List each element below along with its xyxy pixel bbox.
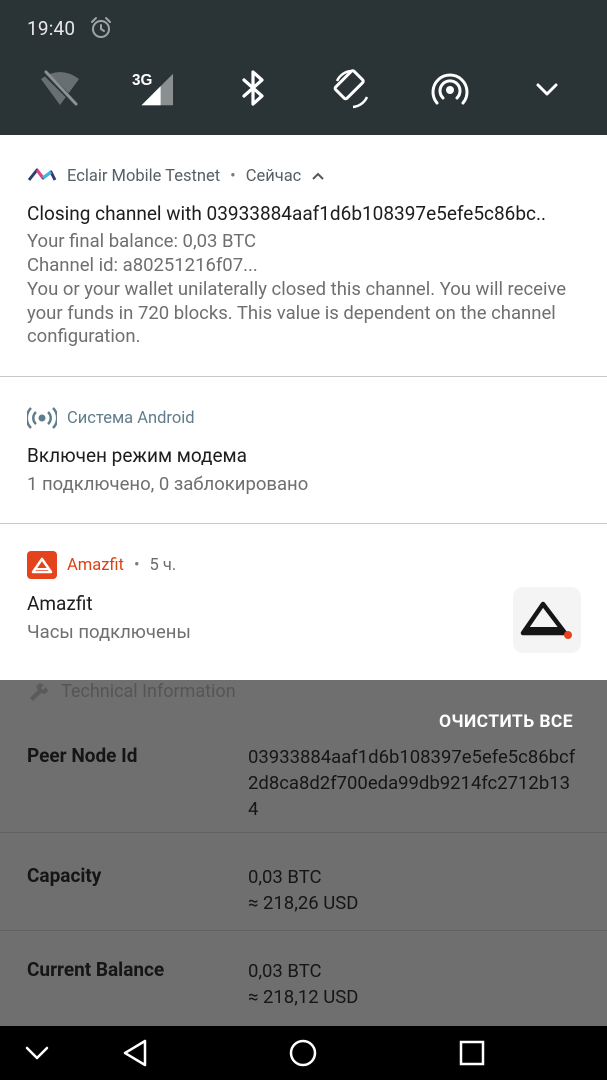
notification-app-name: Eclair Mobile Testnet xyxy=(67,166,221,186)
notification-header: Eclair Mobile Testnet • Сейчас xyxy=(27,162,325,190)
notification-header: Система Android xyxy=(27,404,195,432)
notification-title: Включен режим модема xyxy=(27,444,247,467)
amazfit-large-icon xyxy=(513,587,581,653)
notification-line: Channel id: a80251216f07... xyxy=(27,254,258,276)
technical-information-title: Technical Information xyxy=(61,680,236,702)
notification-time: Сейчас xyxy=(245,166,302,186)
hotspot-toggle[interactable] xyxy=(429,69,471,109)
technical-information-header: Technical Information xyxy=(27,680,236,702)
screen-rotation-icon xyxy=(333,69,369,109)
notification-header: Amazfit • 5 ч. xyxy=(27,551,176,579)
mobile-data-toggle[interactable]: 3G xyxy=(132,69,174,109)
bluetooth-icon xyxy=(242,70,264,106)
separator-dot: • xyxy=(133,555,140,575)
bluetooth-toggle[interactable] xyxy=(232,69,274,109)
peer-node-id-label: Peer Node Id xyxy=(27,744,138,767)
status-clock: 19:40 xyxy=(27,17,76,40)
amazfit-app-icon xyxy=(27,551,57,579)
current-balance-btc: 0,03 BTC xyxy=(248,960,322,982)
cellular-3g-icon: 3G xyxy=(132,72,174,106)
auto-rotate-toggle[interactable] xyxy=(331,69,373,109)
divider xyxy=(0,930,607,931)
current-balance-usd: ≈ 218,12 USD xyxy=(248,986,359,1008)
notification-text: 1 подключено, 0 заблокировано xyxy=(27,473,309,495)
capacity-usd: ≈ 218,26 USD xyxy=(248,892,359,914)
notification-android-system[interactable]: Система Android Включен режим модема 1 п… xyxy=(0,377,607,523)
navigation-bar xyxy=(0,1026,607,1080)
expand-quick-settings-button[interactable] xyxy=(526,69,568,109)
notification-title: Amazfit xyxy=(27,592,93,615)
peer-node-id-value: 03933884aaf1d6b108397e5efe5c86bcf2d8ca8d… xyxy=(248,746,576,820)
current-balance-label: Current Balance xyxy=(27,958,165,981)
wifi-off-toggle[interactable] xyxy=(39,69,81,109)
wrench-icon xyxy=(30,683,48,701)
notification-time: 5 ч. xyxy=(149,555,177,575)
hide-keyboard-icon[interactable] xyxy=(24,1042,50,1064)
notification-app-name: Система Android xyxy=(67,408,195,428)
chevron-up-icon[interactable] xyxy=(311,171,325,181)
notification-amazfit[interactable]: Amazfit • 5 ч. Amazfit Часы подключены xyxy=(0,524,607,680)
hotspot-app-icon xyxy=(27,404,57,432)
chevron-down-icon xyxy=(536,83,558,96)
hotspot-icon xyxy=(431,73,469,105)
separator-dot: • xyxy=(230,166,236,186)
svg-text:3G: 3G xyxy=(132,72,152,89)
back-icon[interactable] xyxy=(121,1038,151,1068)
recents-icon[interactable] xyxy=(458,1039,486,1067)
eclair-app-icon xyxy=(27,162,57,190)
notification-text: Часы подключены xyxy=(27,621,191,643)
capacity-btc: 0,03 BTC xyxy=(248,866,322,888)
notification-body: You or your wallet unilaterally closed t… xyxy=(27,278,567,347)
capacity-label: Capacity xyxy=(27,864,102,887)
home-icon[interactable] xyxy=(288,1038,318,1068)
notification-line: Your final balance: 0,03 BTC xyxy=(27,230,257,252)
clear-all-button[interactable]: ОЧИСТИТЬ ВСЕ xyxy=(439,712,573,732)
alarm-icon xyxy=(91,17,111,38)
notification-eclair[interactable]: Eclair Mobile Testnet • Сейчас Closing c… xyxy=(0,135,607,376)
notification-title: Closing channel with 03933884aaf1d6b1083… xyxy=(27,202,546,225)
quick-settings-panel: 19:40 3G xyxy=(0,0,607,135)
divider xyxy=(0,832,607,833)
wifi-off-icon xyxy=(41,70,79,107)
notification-app-name: Amazfit xyxy=(67,555,124,575)
